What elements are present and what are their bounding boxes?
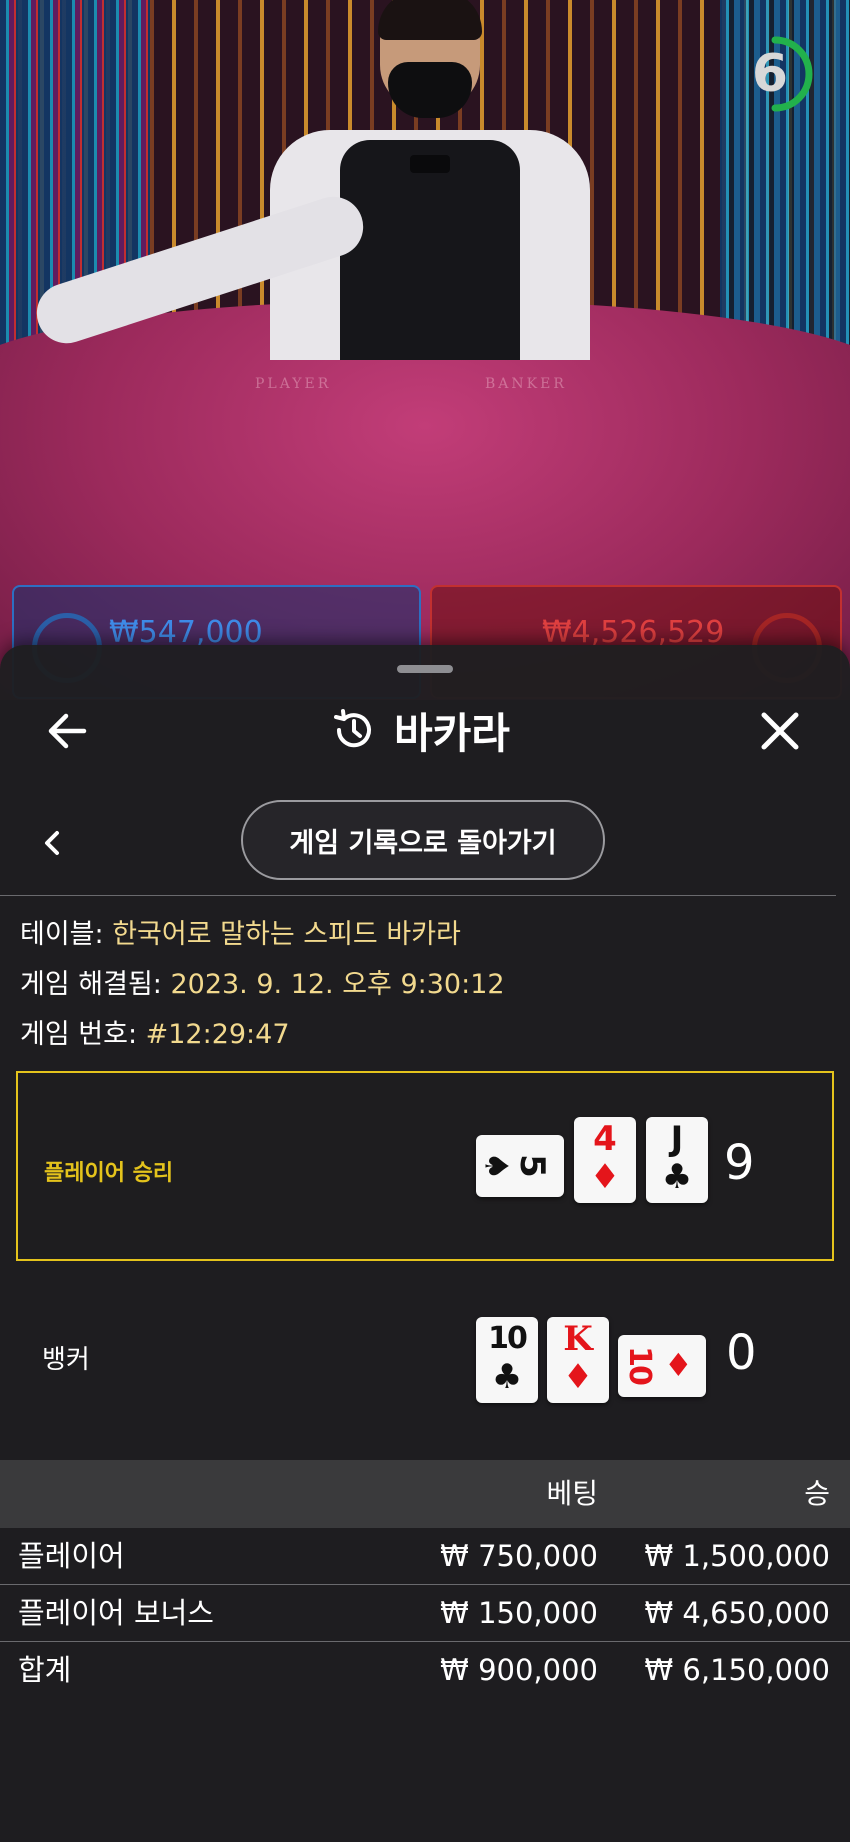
table-total-row: 합계 ₩ 900,000 ₩ 6,150,000: [0, 1642, 850, 1698]
total-bet-amount: ₩ 900,000: [440, 1653, 598, 1687]
chevron-left-icon: [45, 831, 59, 855]
banker-score: 0: [726, 1325, 757, 1381]
history-sub-nav: 게임 기록으로 돌아가기: [0, 800, 850, 890]
card-suit: ♣: [661, 1157, 693, 1197]
total-label: 합계: [18, 1653, 72, 1687]
header-win: 승: [804, 1477, 830, 1510]
table-label-player: PLAYER: [255, 376, 332, 392]
card-suit: ♦: [589, 1157, 621, 1197]
card-rank: 5: [511, 1154, 552, 1178]
row-bet-name: 플레이어 보너스: [18, 1596, 214, 1630]
table-label-banker: BANKER: [485, 376, 567, 392]
card-rank: K: [563, 1319, 593, 1359]
banker-card-1: 10 ♣: [476, 1317, 538, 1403]
card-rank: 10: [621, 1346, 657, 1384]
row-bet-amount: ₩ 150,000: [440, 1596, 598, 1630]
card-suit: ♠: [477, 1151, 516, 1181]
arrow-left-icon: [48, 713, 87, 749]
player-card-2: 4 ♦: [574, 1117, 636, 1203]
player-result-row: 플레이어 승리 ♠ 5 4 ♦ J ♣ 9: [16, 1071, 834, 1261]
sheet-header: 바카라: [0, 685, 850, 775]
timer-value: 6: [751, 44, 789, 104]
banker-result-row: 뱅커 10 ♣ K ♦ 10 ♦ 0: [16, 1275, 834, 1445]
previous-button[interactable]: [36, 826, 70, 860]
banker-card-2: K ♦: [547, 1317, 609, 1403]
bet-summary-table: 베팅 승 플레이어 ₩ 750,000 ₩ 1,500,000 플레이어 보너스…: [0, 1460, 850, 1698]
banker-label: 뱅커: [42, 1345, 90, 1375]
bet-table-header: 베팅 승: [0, 1460, 850, 1528]
info-table: 테이블: 한국어로 말하는 스피드 바카라: [20, 919, 461, 950]
card-suit: ♣: [491, 1357, 523, 1397]
info-resolved-time: 게임 해결됨: 2023. 9. 12. 오후 9:30:12: [20, 969, 505, 1000]
countdown-timer: 6: [735, 34, 815, 114]
close-icon: [761, 712, 799, 750]
player-card-3: J ♣: [646, 1117, 708, 1203]
header-bet: 베팅: [546, 1477, 598, 1510]
row-win-amount: ₩ 1,500,000: [644, 1539, 830, 1573]
card-rank: 4: [593, 1119, 617, 1159]
card-suit: ♦: [664, 1346, 693, 1384]
back-to-history-button[interactable]: 게임 기록으로 돌아가기: [241, 800, 605, 880]
total-win-amount: ₩ 6,150,000: [644, 1653, 830, 1687]
game-info: 테이블: 한국어로 말하는 스피드 바카라 게임 해결됨: 2023. 9. 1…: [20, 910, 505, 1060]
sheet-title: 바카라: [394, 708, 510, 758]
history-icon: [334, 709, 371, 748]
info-game-number: 게임 번호: #12:29:47: [20, 1019, 290, 1050]
drag-handle[interactable]: [397, 665, 453, 673]
divider: [0, 895, 836, 896]
card-rank: J: [670, 1119, 684, 1159]
close-button[interactable]: [752, 703, 808, 759]
card-suit: ♦: [562, 1357, 594, 1397]
row-bet-name: 플레이어: [18, 1539, 125, 1573]
table-row: 플레이어 ₩ 750,000 ₩ 1,500,000: [0, 1528, 850, 1585]
row-win-amount: ₩ 4,650,000: [644, 1596, 830, 1630]
card-rank: 10: [488, 1321, 528, 1356]
row-bet-amount: ₩ 750,000: [440, 1539, 598, 1573]
game-history-sheet: 바카라 게임 기록으로 돌아가기 테이블: 한국어로 말하는 스피드 바카라 게…: [0, 645, 850, 1842]
banker-card-3: 10 ♦: [618, 1335, 706, 1397]
player-win-label: 플레이어 승리: [44, 1161, 174, 1186]
dealer: [270, 0, 590, 360]
sheet-title-group: 바카라: [330, 699, 510, 761]
player-score: 9: [724, 1135, 755, 1191]
table-row: 플레이어 보너스 ₩ 150,000 ₩ 4,650,000: [0, 1585, 850, 1642]
player-card-1: ♠ 5: [476, 1135, 564, 1197]
back-button[interactable]: [40, 703, 96, 759]
